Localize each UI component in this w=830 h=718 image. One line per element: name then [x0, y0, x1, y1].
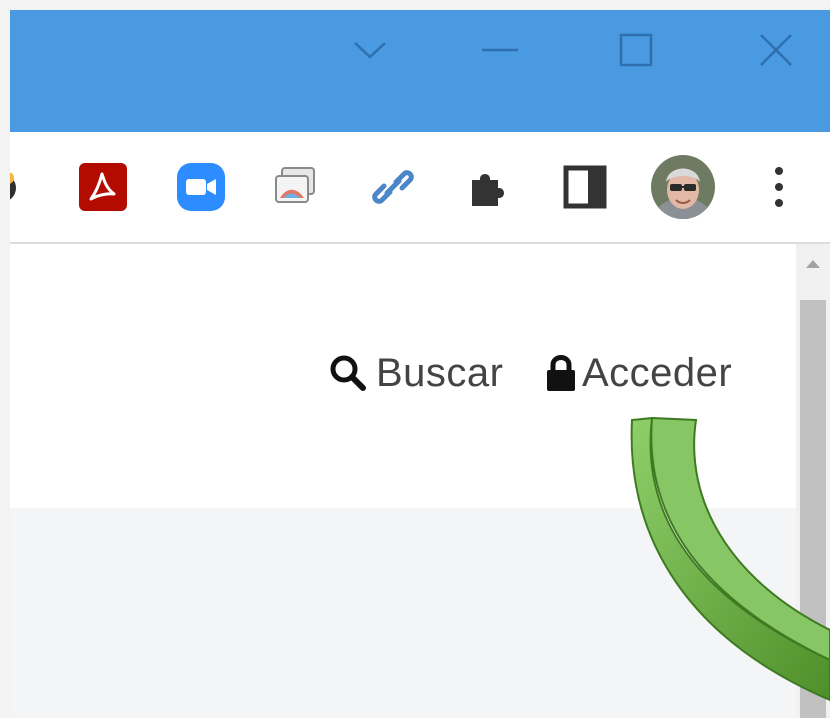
planet-extension-icon: [10, 172, 16, 200]
side-panel-button[interactable]: [558, 160, 612, 214]
acrobat-pdf-button[interactable]: [76, 160, 130, 214]
page-scrollbar[interactable]: [796, 244, 830, 718]
minimize-button[interactable]: [440, 10, 560, 90]
chevron-down-icon: [354, 42, 386, 59]
tab-search-button[interactable]: [310, 10, 430, 90]
link-button[interactable]: [366, 160, 420, 214]
title-bar: [10, 10, 830, 132]
planet-extension-button[interactable]: [10, 160, 28, 214]
search-icon: [330, 355, 366, 391]
triangle-up-icon: [806, 260, 820, 268]
login-link[interactable]: Acceder: [544, 348, 732, 398]
browser-window: Buscar Acceder: [10, 10, 830, 718]
profile-avatar[interactable]: [650, 154, 716, 220]
maximize-icon: [619, 33, 653, 67]
maximize-button[interactable]: [576, 10, 696, 90]
site-header: Buscar Acceder: [10, 244, 796, 508]
kebab-menu-icon: [775, 167, 783, 207]
side-panel-icon: [563, 165, 607, 209]
extensions-button[interactable]: [462, 160, 516, 214]
page-content: [10, 508, 796, 718]
lock-icon: [547, 355, 575, 391]
profile-avatar-icon: [651, 155, 715, 219]
scroll-up-button[interactable]: [796, 244, 830, 284]
close-button[interactable]: [716, 10, 830, 90]
screenshot-gallery-icon: [275, 167, 315, 203]
search-link[interactable]: Buscar: [328, 348, 504, 398]
close-icon: [760, 34, 792, 66]
minimize-icon: [482, 48, 518, 52]
search-link-label: Buscar: [376, 350, 504, 395]
web-page: Buscar Acceder: [10, 244, 796, 718]
scroll-thumb[interactable]: [800, 300, 826, 718]
login-link-label: Acceder: [582, 350, 733, 395]
zoom-video-icon: [177, 163, 225, 211]
puzzle-extensions-icon: [472, 174, 504, 206]
browser-menu-button[interactable]: [762, 160, 796, 214]
zoom-video-button[interactable]: [174, 160, 228, 214]
browser-toolbar: [10, 132, 830, 244]
acrobat-pdf-icon: [79, 163, 127, 211]
screenshot-gallery-button[interactable]: [268, 160, 322, 214]
link-icon: [372, 170, 414, 204]
